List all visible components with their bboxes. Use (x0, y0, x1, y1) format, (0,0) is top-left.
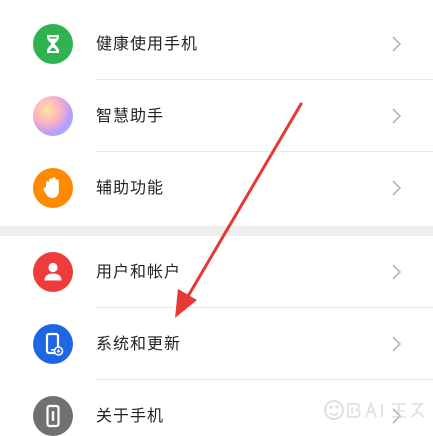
chevron-right-icon (392, 336, 402, 352)
settings-item-accessibility[interactable]: 辅助功能 (0, 152, 433, 224)
settings-group-1: 健康使用手机 智慧助手 辅助功能 (0, 0, 433, 226)
settings-item-digital-balance[interactable]: 健康使用手机 (0, 8, 433, 80)
settings-item-smart-assistant[interactable]: 智慧助手 (0, 80, 433, 152)
hourglass-icon (33, 24, 73, 64)
watermark-logo (324, 400, 425, 420)
settings-item-label: 系统和更新 (96, 334, 182, 353)
user-icon (33, 252, 73, 292)
settings-item-label: 智慧助手 (96, 106, 165, 125)
chevron-right-icon (392, 264, 402, 280)
settings-item-label: 用户和帐户 (96, 262, 182, 281)
section-gap (0, 226, 433, 236)
chevron-right-icon (392, 108, 402, 124)
settings-item-label: 关于手机 (96, 406, 165, 425)
settings-item-users-accounts[interactable]: 用户和帐户 (0, 236, 433, 308)
phone-update-icon (33, 324, 73, 364)
settings-item-system-update[interactable]: 系统和更新 (0, 308, 433, 380)
settings-item-label: 健康使用手机 (96, 34, 199, 53)
phone-info-icon (33, 396, 73, 436)
assistant-orb-icon (33, 96, 73, 136)
chevron-right-icon (392, 36, 402, 52)
hand-icon (33, 168, 73, 208)
settings-item-label: 辅助功能 (96, 178, 165, 197)
chevron-right-icon (392, 180, 402, 196)
